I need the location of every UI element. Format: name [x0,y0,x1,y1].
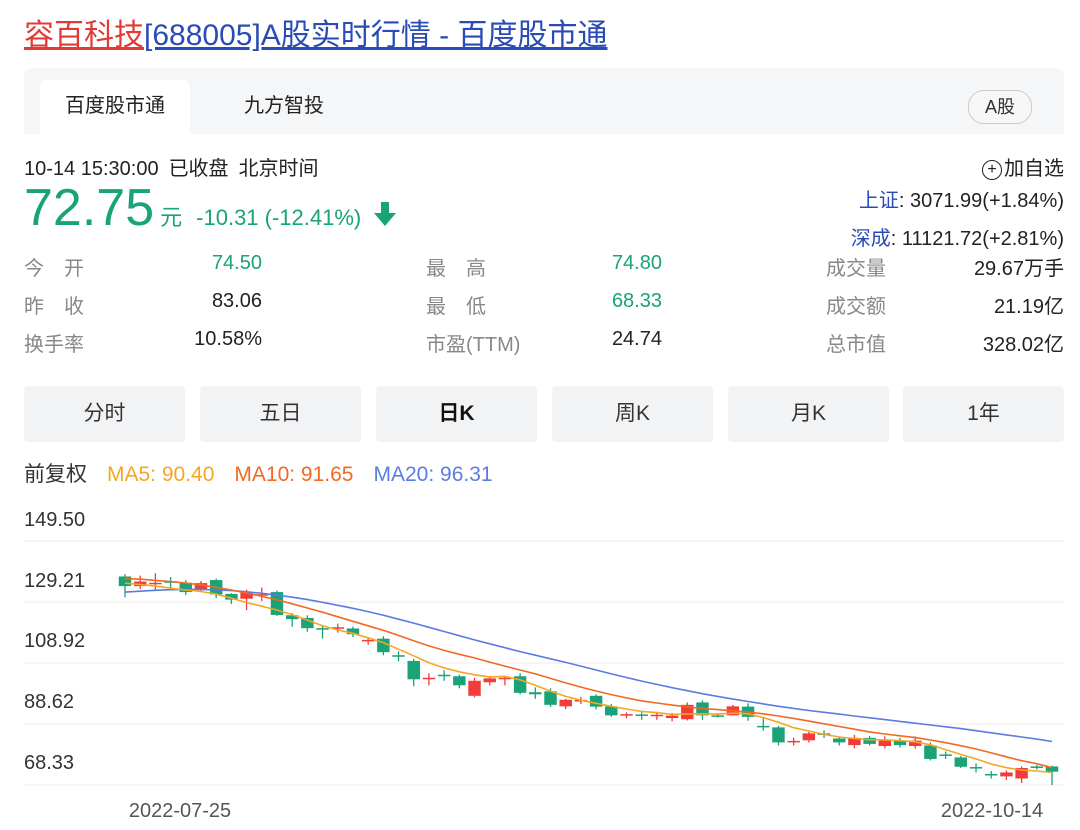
y-tick-label: 68.33 [24,752,74,774]
price-row: 72.75 元 -10.31 (-12.41%) [24,178,397,238]
candle-body [1000,772,1013,777]
ma10-legend: MA10: 91.65 [234,463,354,486]
ma5-legend: MA5: 90.40 [107,463,215,486]
candle-body [833,738,846,743]
kline-chart[interactable]: 149.50 129.21 108.92 88.62 68.33 2022-07… [0,500,1080,830]
period-button-5day[interactable]: 五日 [200,386,361,442]
stat-value-volume: 29.67万手 [973,258,1064,280]
stat-label-turnover-amount: 成交额 [826,296,886,318]
candle-body [118,576,132,587]
plus-circle-icon: + [982,160,1002,180]
stat-value-low: 68.33 [611,290,662,312]
period-button-1year[interactable]: 1年 [903,386,1064,442]
candle-body [483,678,496,683]
title-rest-link[interactable]: [688005]A股实时行情 - 百度股市通 [144,19,607,52]
quote-time: 10-14 15:30:00 [24,158,159,180]
market-badge[interactable]: A股 [968,90,1032,124]
candle-body [711,715,724,717]
market-status: 已收盘 [168,158,229,180]
adjust-mode[interactable]: 前复权 [24,463,87,486]
period-button-intraday[interactable]: 分时 [24,386,185,442]
stat-value-market-cap: 328.02亿 [982,334,1064,356]
candle-body [453,676,466,686]
y-tick-label: 149.50 [24,509,85,531]
stat-label-low: 最 低 [426,296,486,318]
index-shanghai-value: : 3071.99(+1.84%) [898,190,1064,212]
stat-value-prev-close: 83.06 [211,290,262,312]
candle-body [361,639,375,642]
current-price: 72.75 [24,179,155,237]
stats-grid: 今 开 74.50 最 高 74.80 成交量 29.67万手 昨 收 83.0… [24,252,1064,362]
candle-body [316,628,329,630]
candle-body [787,740,800,743]
source-tab-bar: 百度股市通 九方智投 A股 [24,68,1064,134]
candle-body [422,677,436,680]
tab-jiufang[interactable]: 九方智投 [214,80,354,134]
candle-body [757,725,770,728]
tab-baidu[interactable]: 百度股市通 [40,80,190,134]
stat-value-turnover-rate: 10.58% [194,328,262,350]
stat-value-high: 74.80 [611,252,662,274]
candle-body [407,660,420,680]
candle-body [589,695,603,707]
quote-timestamp: 10-14 15:30:00 已收盘 北京时间 [24,152,329,181]
period-button-weekly-k[interactable]: 周K [552,386,713,442]
stat-label-open: 今 开 [24,258,84,280]
y-tick-label: 108.92 [24,630,85,652]
timezone-label: 北京时间 [238,158,319,180]
chart-grid [24,540,1064,786]
candle-body [665,715,679,719]
candle-body [392,655,405,657]
x-start-date: 2022-07-25 [129,800,231,822]
stat-label-market-cap: 总市值 [826,334,886,356]
period-selector: 分时 五日 日K 周K 月K 1年 [24,386,1064,442]
candle-body [559,699,572,707]
add-watchlist-button[interactable]: + 加自选 [982,152,1064,181]
page-title[interactable]: 容百科技[688005]A股实时行情 - 百度股市通 [24,14,607,58]
y-axis-labels: 149.50 129.21 108.92 88.62 68.33 [24,509,85,774]
y-tick-label: 129.21 [24,570,85,592]
stat-label-prev-close: 昨 收 [24,296,84,318]
x-end-date: 2022-10-14 [941,800,1043,822]
y-tick-label: 88.62 [24,691,74,713]
ma-legend: 前复权 MA5: 90.40 MA10: 91.65 MA20: 96.31 [24,458,513,488]
period-button-monthly-k[interactable]: 月K [728,386,889,442]
candle-body [1030,766,1044,768]
candle-body [529,692,542,695]
index-shenzhen-value: : 11121.72(+2.81%) [890,228,1064,250]
period-button-daily-k[interactable]: 日K [376,386,537,442]
stock-name-link[interactable]: 容百科技 [24,19,144,52]
quote-panel: 百度股市通 九方智投 A股 10-14 15:30:00 已收盘 北京时间 72.7… [24,68,1064,368]
stat-value-pe: 24.74 [611,328,662,350]
candle-body [969,767,983,769]
stat-label-pe: 市盈(TTM) [426,334,521,356]
add-watchlist-label: 加自选 [1004,158,1064,180]
down-arrow-icon [373,201,397,232]
candle-body [149,582,162,585]
index-shenzhen: 深成: 11121.72(+2.81%) [851,222,1064,251]
stat-label-volume: 成交量 [826,258,886,280]
index-shenzhen-link[interactable]: 深成 [851,228,891,250]
price-change: -10.31 (-12.41%) [196,205,362,230]
candle-body [984,773,998,776]
stat-label-turnover-rate: 换手率 [24,334,84,356]
stat-value-turnover-amount: 21.19亿 [993,296,1064,318]
candle-body [620,714,633,716]
candle-body [468,680,481,696]
candle-body [954,757,968,767]
candle-body [635,714,648,716]
index-shanghai-link[interactable]: 上证 [859,190,899,212]
candle-body [939,754,952,756]
stat-label-high: 最 高 [426,258,486,280]
candle-body [650,714,664,717]
candle-body [437,674,451,677]
price-unit: 元 [160,205,183,230]
candle-body [772,727,785,743]
stat-value-open: 74.50 [211,252,262,274]
ma20-line [124,588,1053,743]
index-shanghai: 上证: 3071.99(+1.84%) [859,184,1064,213]
candle-body [924,745,937,759]
ma20-legend: MA20: 96.31 [373,463,493,486]
candle-body [802,733,816,741]
